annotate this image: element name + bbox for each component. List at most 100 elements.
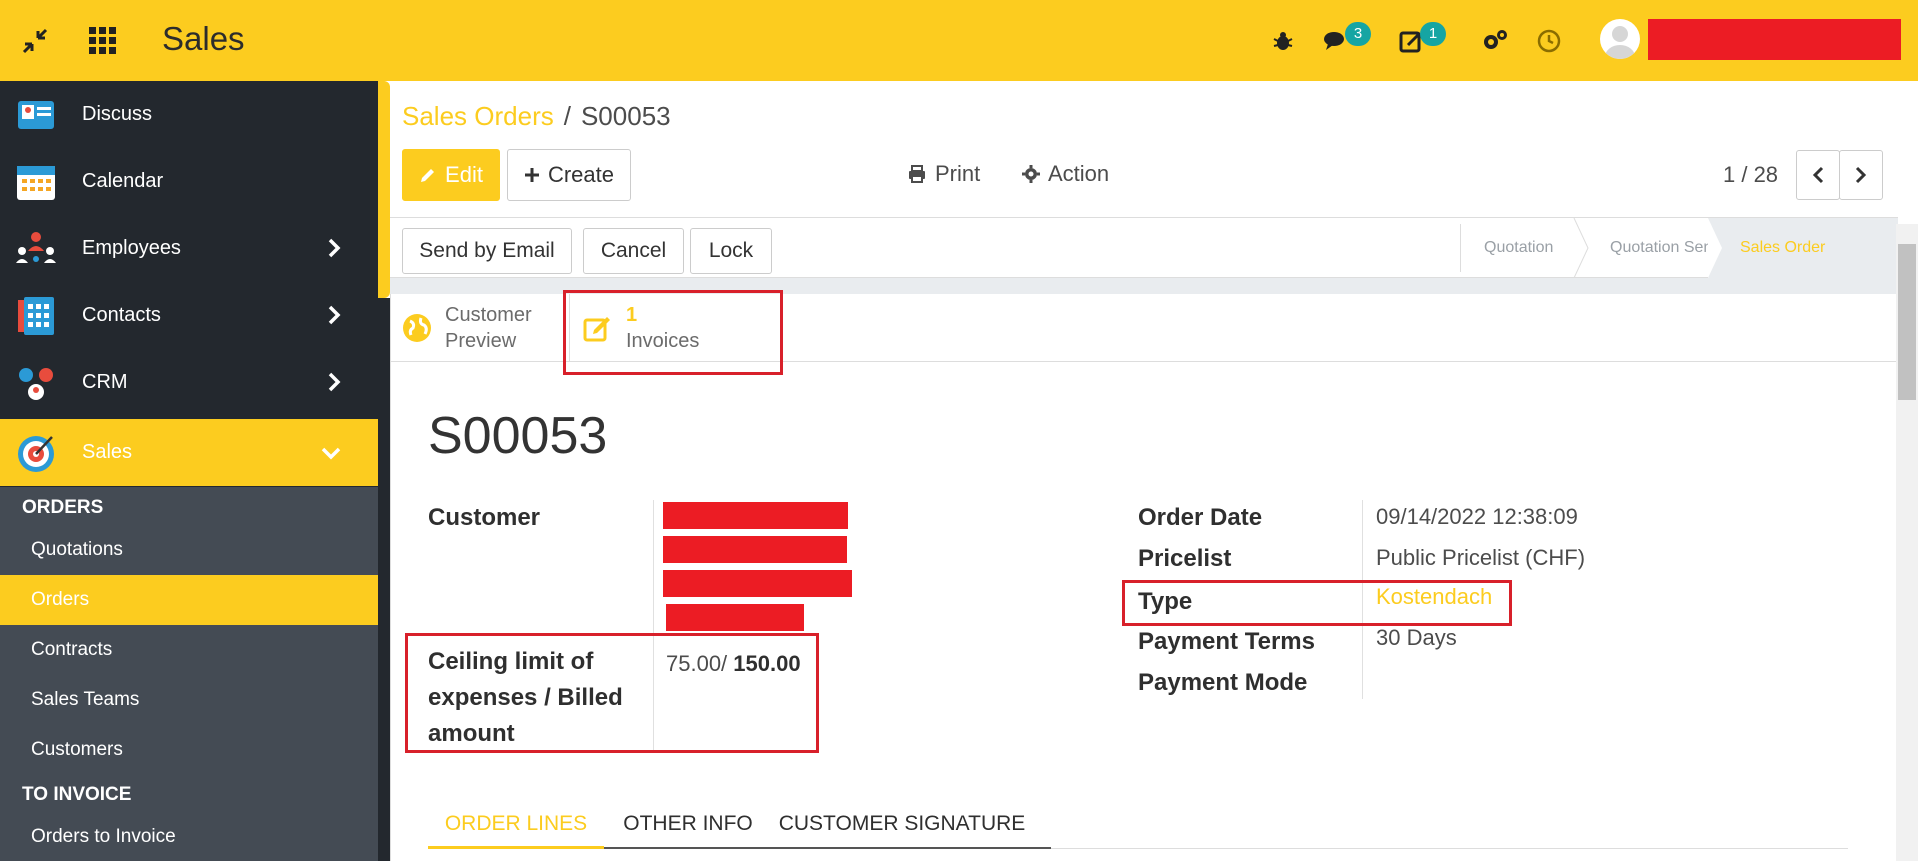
stage-arrow-current [1708,218,1722,278]
chevron-right-icon [1855,166,1867,184]
sidebar: Discuss Calendar Employees Contacts CRM … [0,81,378,861]
action-label: Action [1048,161,1110,186]
menu-contracts[interactable]: Contracts [0,625,378,675]
action-button[interactable]: Action [1022,161,1109,187]
payment-mode-label: Payment Mode [1138,669,1308,696]
payment-terms-label: Payment Terms [1138,628,1315,655]
preview-line2: Preview [445,330,517,352]
redacted-customer-name [663,502,848,529]
apps-grid-icon[interactable] [86,24,120,58]
sales-icon [14,431,58,475]
collapse-icon[interactable] [18,24,52,58]
redacted-customer-line2 [663,536,847,563]
tab-customer-signature[interactable]: CUSTOMER SIGNATURE [772,799,1032,849]
page-scrollbar[interactable] [1896,224,1918,861]
stage-pipeline: Quotation Quotation Sent Sales Order [1460,218,1898,279]
sidebar-item-contacts[interactable]: Contacts [0,282,378,349]
sidebar-scroll-track [378,298,390,861]
messages-badge: 3 [1345,22,1371,46]
edit-button[interactable]: Edit [402,149,500,201]
breadcrumb-sales-orders[interactable]: Sales Orders [402,101,554,131]
chevron-down-icon [320,445,341,467]
preview-line1: Customer [445,304,532,326]
sidebar-item-sales[interactable]: Sales [0,419,378,486]
menu-quotations[interactable]: Quotations [0,525,378,575]
menu-sales-teams[interactable]: Sales Teams [0,675,378,725]
customer-label: Customer [428,504,541,531]
breadcrumb-current: S00053 [580,101,671,131]
customer-address[interactable] [663,494,887,631]
pricelist-value[interactable]: Public Pricelist (CHF) [1376,545,1585,571]
chevron-right-icon [326,237,342,259]
sidebar-item-label: Employees [82,237,181,259]
sidebar-item-label: Calendar [82,170,164,192]
user-avatar[interactable] [1600,19,1640,59]
payment-terms-value[interactable]: 30 Days [1376,625,1457,651]
send-by-email-button[interactable]: Send by Email [402,228,572,274]
menu-orders-to-invoice[interactable]: Orders to Invoice [0,812,378,861]
breadcrumb-separator: / [563,101,571,131]
highlight-box-invoices [563,290,783,375]
edit-label: Edit [445,162,483,187]
breadcrumb: Sales Orders / S00053 [402,101,671,132]
clock-icon[interactable] [1532,24,1566,58]
printer-icon [909,165,925,183]
pager-next-button[interactable] [1839,150,1883,200]
cancel-button[interactable]: Cancel [583,228,684,274]
top-navbar: Sales 3 1 [0,0,1918,81]
employees-icon [14,227,58,271]
customer-preview-button[interactable]: Customer Preview [391,294,569,362]
customer-preview-text: Customer Preview [445,302,532,354]
form-sheet: Customer Preview 1 Invoices S00053 Custo… [390,294,1899,861]
stage-divider [1460,224,1461,272]
stage-arrow-divider [1573,218,1589,278]
create-label: Create [547,162,615,187]
activities-badge: 1 [1420,22,1446,46]
crm-icon [14,361,58,405]
stage-quotation-sent[interactable]: Quotation Sent [1610,218,1717,278]
pager-value[interactable]: 1 / 28 [1723,162,1778,188]
chevron-left-icon [1812,166,1824,184]
order-date-value: 09/14/2022 12:38:09 [1376,504,1578,529]
stage-quotation[interactable]: Quotation [1484,218,1553,278]
plus-icon [524,168,539,182]
sidebar-item-crm[interactable]: CRM [0,349,378,416]
sidebar-item-calendar[interactable]: Calendar [0,148,378,215]
globe-icon [403,314,431,342]
status-bar: Send by Email Cancel Lock Quotation Quot… [390,217,1898,278]
section-to-invoice: TO INVOICE [22,784,132,805]
pencil-icon [421,169,435,182]
sales-submenu: ORDERS Quotations Orders Contracts Sales… [0,487,378,861]
calendar-icon [14,160,58,204]
sidebar-item-label: Sales [82,441,133,463]
tab-other-info[interactable]: OTHER INFO [604,799,772,849]
print-button[interactable]: Print [907,161,980,187]
menu-orders[interactable]: Orders [0,575,378,625]
create-button[interactable]: Create [507,149,631,201]
sidebar-item-employees[interactable]: Employees [0,215,378,282]
notebook-tabs: ORDER LINES OTHER INFO CUSTOMER SIGNATUR… [428,799,1848,849]
settings-icon[interactable] [1478,24,1512,58]
pricelist-label: Pricelist [1138,545,1232,572]
main-content: Sales Orders / S00053 Edit Create Print Ac… [390,81,1918,861]
order-date-label: Order Date [1138,504,1263,531]
contacts-icon [14,294,58,338]
discuss-icon [14,93,58,137]
print-label: Print [935,161,981,186]
menu-customers[interactable]: Customers [0,725,378,775]
bug-icon[interactable] [1266,24,1300,58]
lock-button[interactable]: Lock [690,228,772,274]
app-title: Sales [162,20,245,57]
scrollbar-thumb[interactable] [1898,244,1916,400]
section-orders: ORDERS [22,497,104,518]
tabs-underline [604,847,1051,849]
pager-previous-button[interactable] [1796,150,1840,200]
redacted-username [1648,19,1901,60]
sidebar-item-discuss[interactable]: Discuss [0,81,378,148]
record-title: S00053 [428,407,608,465]
tab-order-lines[interactable]: ORDER LINES [428,799,604,849]
sidebar-scrollbar[interactable] [378,81,390,298]
redacted-customer-line3 [663,570,852,597]
chevron-right-icon [326,304,342,326]
stage-sales-order[interactable]: Sales Order [1708,218,1898,278]
